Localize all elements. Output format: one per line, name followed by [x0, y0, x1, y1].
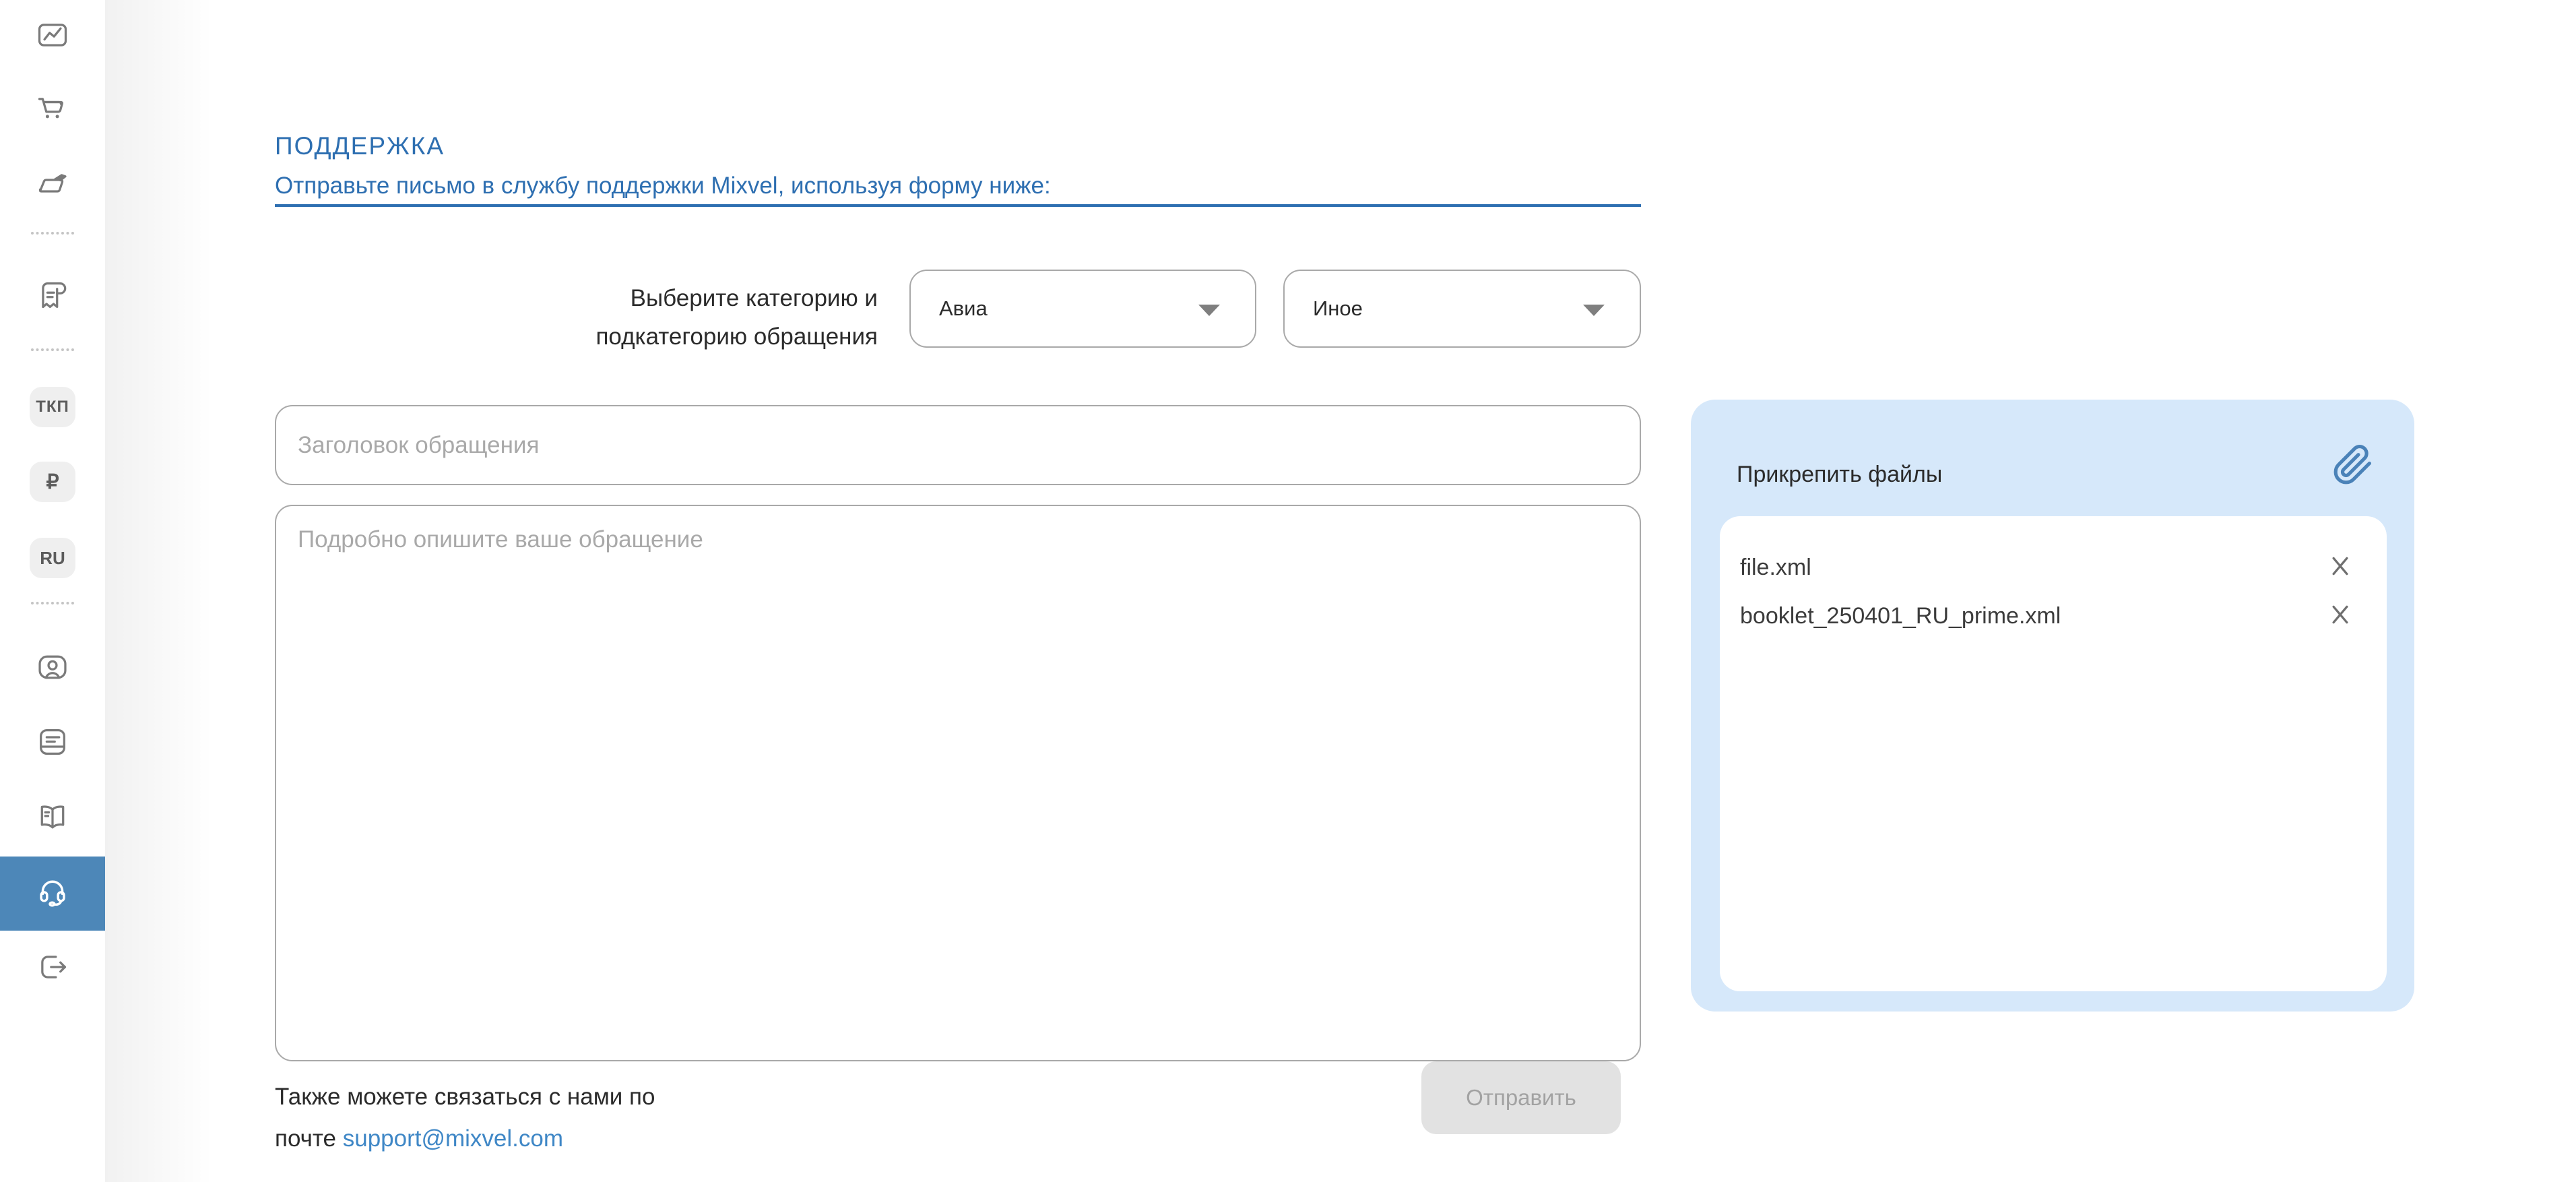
page-title: ПОДДЕРЖКА	[275, 132, 445, 160]
ticket-title-input[interactable]	[275, 405, 1641, 485]
page-subtitle: Отправьте письмо в службу поддержки Mixv…	[275, 173, 1051, 199]
subcategory-select-value: Иное	[1313, 297, 1363, 321]
attached-file-row: booklet_250401_RU_prime.xml	[1720, 592, 2387, 640]
attachments-title: Прикрепить файлы	[1737, 462, 1942, 488]
attached-file-name: booklet_250401_RU_prime.xml	[1740, 603, 2327, 629]
notebook-icon	[35, 724, 70, 763]
close-icon	[2328, 601, 2352, 631]
paperclip-icon	[2332, 480, 2374, 491]
remove-file-button[interactable]	[2327, 554, 2353, 581]
sidebar-item-dashboard[interactable]	[0, 4, 105, 69]
sidebar-divider	[31, 602, 74, 604]
contact-note-line2: почте support@mixvel.com	[275, 1118, 655, 1160]
category-select[interactable]: Авиа	[909, 270, 1256, 348]
sidebar-item-tkp[interactable]: ТКП	[30, 387, 75, 427]
sidebar-item-documents[interactable]	[0, 711, 105, 776]
sidebar-shadow	[105, 0, 213, 1182]
logout-icon	[35, 950, 70, 988]
sidebar-item-profile[interactable]	[0, 636, 105, 701]
sidebar-item-receipts[interactable]	[0, 264, 105, 329]
attached-file-row: file.xml	[1720, 543, 2387, 592]
profile-card-icon	[35, 650, 70, 688]
tkp-badge-label: ТКП	[36, 398, 69, 416]
attached-files-list: file.xml booklet_250401_RU_prime.xml	[1720, 516, 2387, 991]
ticket-description-textarea[interactable]	[275, 505, 1641, 1061]
support-email-link[interactable]: support@mixvel.com	[343, 1125, 563, 1152]
sidebar-divider	[31, 232, 74, 235]
sidebar-item-currency[interactable]: ₽	[30, 462, 75, 502]
submit-button[interactable]: Отправить	[1421, 1061, 1621, 1134]
category-label-line2: подкатегорию обращения	[275, 317, 878, 356]
contact-note-line1: Также можете связаться с нами по	[275, 1076, 655, 1118]
sidebar: ТКП ₽ RU	[0, 0, 105, 1182]
close-icon	[2328, 553, 2352, 583]
sidebar-item-support[interactable]	[0, 857, 105, 931]
attached-file-name: file.xml	[1740, 555, 2327, 581]
open-book-icon	[35, 799, 70, 838]
attachments-panel: Прикрепить файлы file.xml booklet_250401…	[1691, 400, 2414, 1012]
language-badge-label: RU	[40, 548, 65, 569]
open-box-icon	[35, 166, 70, 205]
sidebar-item-cart[interactable]	[0, 77, 105, 142]
sidebar-divider	[31, 348, 74, 351]
sidebar-item-language[interactable]: RU	[30, 538, 75, 578]
ruble-badge-label: ₽	[46, 470, 59, 494]
cart-icon	[35, 91, 70, 129]
headset-icon	[34, 873, 71, 914]
subcategory-select[interactable]: Иное	[1283, 270, 1641, 348]
chevron-down-icon	[1583, 305, 1605, 316]
sidebar-item-logout[interactable]	[0, 936, 105, 1001]
title-underline	[275, 204, 1641, 207]
sidebar-item-orders[interactable]	[0, 153, 105, 218]
chart-icon	[35, 18, 70, 56]
contact-note: Также можете связаться с нами по почте s…	[275, 1076, 655, 1160]
attach-files-button[interactable]	[2332, 441, 2375, 490]
category-label-line1: Выберите категорию и	[275, 279, 878, 317]
chevron-down-icon	[1198, 305, 1220, 316]
receipt-icon	[35, 278, 70, 316]
category-select-value: Авиа	[939, 297, 988, 321]
category-label: Выберите категорию и подкатегорию обраще…	[275, 279, 878, 356]
sidebar-item-reference[interactable]	[0, 786, 105, 850]
remove-file-button[interactable]	[2327, 602, 2353, 629]
